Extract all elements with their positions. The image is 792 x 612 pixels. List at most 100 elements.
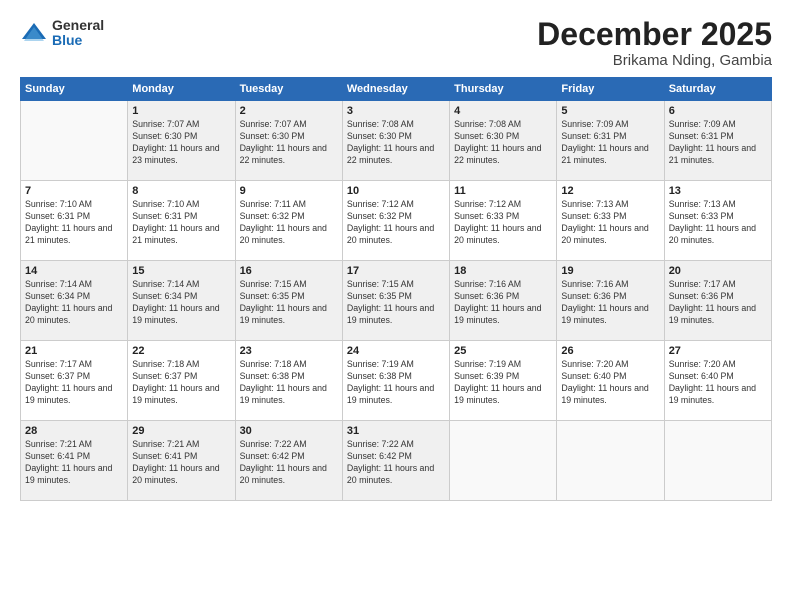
cell-day-number: 24 [347,345,445,357]
table-row: 16 Sunrise: 7:15 AMSunset: 6:35 PMDayligh… [235,261,342,341]
table-row: 9Sunrise: 7:11 AMSunset: 6:32 PMDaylight… [235,181,342,261]
cell-sun-info: Sunrise: 7:22 AMSunset: 6:42 PMDaylight:… [347,439,445,487]
table-row: 13 Sunrise: 7:13 AMSunset: 6:33 PMDayligh… [664,181,771,261]
cell-day-number: 17 [347,265,445,277]
header: General Blue December 2025 Brikama Nding… [20,18,772,69]
table-row: 29 Sunrise: 7:21 AMSunset: 6:41 PMDayligh… [128,421,235,501]
cell-sun-info: Sunrise: 7:22 AMSunset: 6:42 PMDaylight:… [240,439,338,487]
table-row: 26Sunrise: 7:20 AMSunset: 6:40 PMDayligh… [557,341,664,421]
cell-sun-info: Sunrise: 7:13 AMSunset: 6:33 PMDaylight:… [669,199,767,247]
table-row: 28Sunrise: 7:21 AMSunset: 6:41 PMDayligh… [21,421,128,501]
calendar-week-row: 28 Sunrise: 7:21 AMSunset: 6:41 PMDayligh… [21,421,772,501]
cell-day-number: 22 [132,345,230,357]
cell-sun-info: Sunrise: 7:10 AMSunset: 6:31 PMDaylight:… [25,199,123,247]
title-month: December 2025 [537,18,772,50]
table-row: 17 Sunrise: 7:15 AMSunset: 6:35 PMDayligh… [342,261,449,341]
col-tuesday: Tuesday [235,78,342,101]
table-row [450,421,557,501]
col-friday: Friday [557,78,664,101]
table-row: 4 Sunrise: 7:08 AMSunset: 6:30 PMDaylight… [450,101,557,181]
calendar-week-row: 1Sunrise: 7:07 AMSunset: 6:30 PMDaylight… [21,101,772,181]
logo-icon [20,19,48,47]
calendar-week-row: 14 Sunrise: 7:14 AMSunset: 6:34 PMDayligh… [21,261,772,341]
cell-sun-info: Sunrise: 7:12 AMSunset: 6:32 PMDaylight:… [347,199,445,247]
table-row: 8Sunrise: 7:10 AMSunset: 6:31 PMDaylight… [128,181,235,261]
calendar-week-row: 21Sunrise: 7:17 AMSunset: 6:37 PMDayligh… [21,341,772,421]
calendar-week-row: 7 Sunrise: 7:10 AMSunset: 6:31 PMDaylight… [21,181,772,261]
cell-sun-info: Sunrise: 7:09 AMSunset: 6:31 PMDaylight:… [669,119,767,167]
table-row: 31 Sunrise: 7:22 AMSunset: 6:42 PMDayligh… [342,421,449,501]
table-row: 23 Sunrise: 7:18 AMSunset: 6:38 PMDayligh… [235,341,342,421]
cell-sun-info: Sunrise: 7:14 AMSunset: 6:34 PMDaylight:… [25,279,123,327]
cell-sun-info: Sunrise: 7:20 AMSunset: 6:40 PMDaylight:… [669,359,767,407]
cell-day-number: 4 [454,105,552,117]
cell-sun-info: Sunrise: 7:09 AMSunset: 6:31 PMDaylight:… [561,119,659,167]
cell-sun-info: Sunrise: 7:17 AMSunset: 6:37 PMDaylight:… [25,359,123,407]
table-row [21,101,128,181]
calendar-table: Sunday Monday Tuesday Wednesday Thursday… [20,77,772,501]
cell-sun-info: Sunrise: 7:17 AMSunset: 6:36 PMDaylight:… [669,279,767,327]
table-row: 27Sunrise: 7:20 AMSunset: 6:40 PMDayligh… [664,341,771,421]
cell-sun-info: Sunrise: 7:10 AMSunset: 6:31 PMDaylight:… [132,199,230,247]
cell-day-number: 19 [561,265,659,277]
table-row: 21Sunrise: 7:17 AMSunset: 6:37 PMDayligh… [21,341,128,421]
table-row: 1Sunrise: 7:07 AMSunset: 6:30 PMDaylight… [128,101,235,181]
table-row: 3Sunrise: 7:08 AMSunset: 6:30 PMDaylight… [342,101,449,181]
cell-day-number: 13 [669,185,767,197]
cell-day-number: 9 [240,185,338,197]
calendar-header-row: Sunday Monday Tuesday Wednesday Thursday… [21,78,772,101]
cell-day-number: 26 [561,345,659,357]
logo-blue-label: Blue [52,33,104,48]
col-monday: Monday [128,78,235,101]
table-row: 24 Sunrise: 7:19 AMSunset: 6:38 PMDayligh… [342,341,449,421]
table-row: 12 Sunrise: 7:13 AMSunset: 6:33 PMDayligh… [557,181,664,261]
cell-sun-info: Sunrise: 7:12 AMSunset: 6:33 PMDaylight:… [454,199,552,247]
cell-day-number: 14 [25,265,123,277]
cell-sun-info: Sunrise: 7:15 AMSunset: 6:35 PMDaylight:… [240,279,338,327]
table-row: 25 Sunrise: 7:19 AMSunset: 6:39 PMDayligh… [450,341,557,421]
col-sunday: Sunday [21,78,128,101]
cell-day-number: 11 [454,185,552,197]
table-row: 20Sunrise: 7:17 AMSunset: 6:36 PMDayligh… [664,261,771,341]
table-row: 30 Sunrise: 7:22 AMSunset: 6:42 PMDayligh… [235,421,342,501]
cell-day-number: 18 [454,265,552,277]
cell-day-number: 5 [561,105,659,117]
cell-day-number: 12 [561,185,659,197]
page: General Blue December 2025 Brikama Nding… [0,0,792,612]
table-row: 15 Sunrise: 7:14 AMSunset: 6:34 PMDayligh… [128,261,235,341]
table-row: 5 Sunrise: 7:09 AMSunset: 6:31 PMDaylight… [557,101,664,181]
cell-sun-info: Sunrise: 7:21 AMSunset: 6:41 PMDaylight:… [132,439,230,487]
logo: General Blue [20,18,104,49]
table-row: 2Sunrise: 7:07 AMSunset: 6:30 PMDaylight… [235,101,342,181]
cell-day-number: 29 [132,425,230,437]
cell-day-number: 30 [240,425,338,437]
cell-day-number: 28 [25,425,123,437]
cell-sun-info: Sunrise: 7:08 AMSunset: 6:30 PMDaylight:… [454,119,552,167]
cell-day-number: 2 [240,105,338,117]
table-row: 11 Sunrise: 7:12 AMSunset: 6:33 PMDayligh… [450,181,557,261]
table-row: 10 Sunrise: 7:12 AMSunset: 6:32 PMDayligh… [342,181,449,261]
cell-sun-info: Sunrise: 7:15 AMSunset: 6:35 PMDaylight:… [347,279,445,327]
cell-sun-info: Sunrise: 7:13 AMSunset: 6:33 PMDaylight:… [561,199,659,247]
cell-sun-info: Sunrise: 7:18 AMSunset: 6:38 PMDaylight:… [240,359,338,407]
cell-day-number: 15 [132,265,230,277]
cell-day-number: 31 [347,425,445,437]
cell-day-number: 7 [25,185,123,197]
table-row: 22Sunrise: 7:18 AMSunset: 6:37 PMDayligh… [128,341,235,421]
logo-general-label: General [52,18,104,33]
cell-sun-info: Sunrise: 7:19 AMSunset: 6:39 PMDaylight:… [454,359,552,407]
cell-sun-info: Sunrise: 7:19 AMSunset: 6:38 PMDaylight:… [347,359,445,407]
cell-day-number: 23 [240,345,338,357]
cell-day-number: 25 [454,345,552,357]
table-row: 14 Sunrise: 7:14 AMSunset: 6:34 PMDayligh… [21,261,128,341]
cell-day-number: 6 [669,105,767,117]
cell-day-number: 3 [347,105,445,117]
table-row: 7 Sunrise: 7:10 AMSunset: 6:31 PMDaylight… [21,181,128,261]
col-wednesday: Wednesday [342,78,449,101]
table-row [557,421,664,501]
cell-day-number: 1 [132,105,230,117]
cell-sun-info: Sunrise: 7:14 AMSunset: 6:34 PMDaylight:… [132,279,230,327]
table-row: 18Sunrise: 7:16 AMSunset: 6:36 PMDayligh… [450,261,557,341]
cell-day-number: 10 [347,185,445,197]
cell-day-number: 16 [240,265,338,277]
